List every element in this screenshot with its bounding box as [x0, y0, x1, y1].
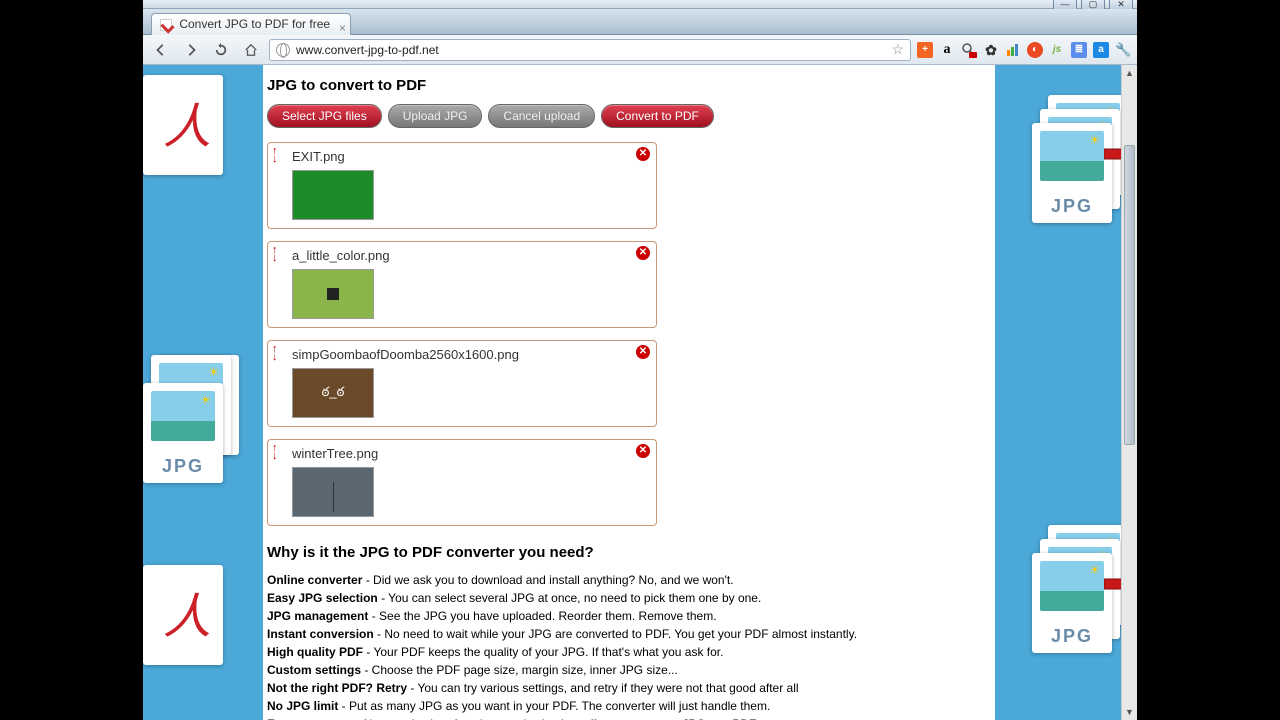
list-extension-icon[interactable]: ≣ — [1071, 42, 1087, 58]
remove-file-icon[interactable]: ✕ — [636, 246, 650, 260]
globe-icon — [276, 43, 290, 57]
why-item: Easy converter - No complex interface he… — [267, 715, 995, 720]
file-name: simpGoombaofDoomba2560x1600.png — [292, 347, 648, 362]
address-bar[interactable]: ☆ — [269, 39, 911, 61]
browser-tabstrip: Convert JPG to PDF for free × — [143, 9, 1137, 35]
jpg-stack-deco-icon: JPG — [143, 355, 258, 485]
back-button[interactable] — [149, 39, 173, 61]
why-item: Custom settings - Choose the PDF page si… — [267, 661, 995, 679]
why-heading: Why is it the JPG to PDF converter you n… — [267, 544, 995, 561]
file-card[interactable]: ↑↓ simpGoombaofDoomba2560x1600.png✕ ఠ_ఠ — [267, 340, 657, 427]
bookmark-star-icon[interactable]: ☆ — [891, 41, 904, 58]
search-extension-icon[interactable] — [961, 42, 977, 58]
why-item: Easy JPG selection - You can select seve… — [267, 589, 995, 607]
main-content: JPG to convert to PDF Select JPG files U… — [263, 65, 995, 720]
cancel-upload-button[interactable]: Cancel upload — [488, 104, 595, 128]
file-thumbnail — [292, 170, 374, 220]
stumble-extension-icon[interactable]: ◐ — [1027, 42, 1043, 58]
box-extension-icon[interactable]: a — [1093, 42, 1109, 58]
move-down-icon[interactable]: ↓ — [272, 155, 278, 163]
why-item: Online converter - Did we ask you to dow… — [267, 571, 995, 589]
file-thumbnail — [292, 467, 374, 517]
file-card[interactable]: ↑↓ winterTree.png✕ — [267, 439, 657, 526]
browser-tab[interactable]: Convert JPG to PDF for free × — [151, 13, 351, 35]
reorder-arrows[interactable]: ↑↓ — [272, 444, 278, 460]
upload-button[interactable]: Upload JPG — [388, 104, 483, 128]
why-item: High quality PDF - Your PDF keeps the qu… — [267, 643, 995, 661]
why-item: JPG management - See the JPG you have up… — [267, 607, 995, 625]
remove-file-icon[interactable]: ✕ — [636, 147, 650, 161]
file-thumbnail — [292, 269, 374, 319]
remove-file-icon[interactable]: ✕ — [636, 444, 650, 458]
js-extension-icon[interactable]: js — [1049, 42, 1065, 58]
tab-close-icon[interactable]: × — [339, 18, 346, 39]
amazon-extension-icon[interactable]: a — [939, 42, 955, 58]
why-item: No JPG limit - Put as many JPG as you wa… — [267, 697, 995, 715]
remove-file-icon[interactable]: ✕ — [636, 345, 650, 359]
file-card[interactable]: ↑↓ a_little_color.png✕ — [267, 241, 657, 328]
page-background: 人 JPG 人 JPG — [143, 65, 1137, 720]
reorder-arrows[interactable]: ↑↓ — [272, 147, 278, 163]
gear-extension-icon[interactable]: ✿ — [983, 42, 999, 58]
forward-button[interactable] — [179, 39, 203, 61]
move-down-icon[interactable]: ↓ — [272, 254, 278, 262]
file-name: a_little_color.png — [292, 248, 648, 263]
reorder-arrows[interactable]: ↑↓ — [272, 246, 278, 262]
window-titlebar: — ▢ ✕ — [143, 0, 1137, 9]
vertical-scrollbar[interactable]: ▲ ▼ — [1121, 65, 1137, 720]
convert-button[interactable]: Convert to PDF — [601, 104, 714, 128]
bars-extension-icon[interactable] — [1005, 42, 1021, 58]
url-input[interactable] — [296, 43, 891, 57]
home-button[interactable] — [239, 39, 263, 61]
page-viewport: 人 JPG 人 JPG — [143, 65, 1137, 720]
why-section: Why is it the JPG to PDF converter you n… — [267, 544, 995, 720]
reload-button[interactable] — [209, 39, 233, 61]
move-down-icon[interactable]: ↓ — [272, 452, 278, 460]
browser-toolbar: ☆ + a ✿ ◐ js ≣ a 🔧 — [143, 35, 1137, 65]
extension-icons: + a ✿ ◐ js ≣ a 🔧 — [917, 42, 1131, 58]
file-name: winterTree.png — [292, 446, 648, 461]
tab-title: Convert JPG to PDF for free — [179, 17, 330, 31]
file-card[interactable]: ↑↓ EXIT.png✕ — [267, 142, 657, 229]
why-item: Not the right PDF? Retry - You can try v… — [267, 679, 995, 697]
scroll-up-icon[interactable]: ▲ — [1122, 65, 1137, 81]
section-heading: JPG to convert to PDF — [267, 77, 995, 94]
action-button-row: Select JPG files Upload JPG Cancel uploa… — [267, 104, 995, 128]
file-name: EXIT.png — [292, 149, 648, 164]
why-item: Instant conversion - No need to wait whi… — [267, 625, 995, 643]
file-thumbnail: ఠ_ఠ — [292, 368, 374, 418]
scroll-down-icon[interactable]: ▼ — [1122, 704, 1137, 720]
reorder-arrows[interactable]: ↑↓ — [272, 345, 278, 361]
select-files-button[interactable]: Select JPG files — [267, 104, 382, 128]
wrench-menu-icon[interactable]: 🔧 — [1115, 42, 1131, 58]
scroll-thumb[interactable] — [1124, 145, 1135, 445]
move-down-icon[interactable]: ↓ — [272, 353, 278, 361]
plus-extension-icon[interactable]: + — [917, 42, 933, 58]
tab-favicon-icon — [160, 19, 172, 31]
